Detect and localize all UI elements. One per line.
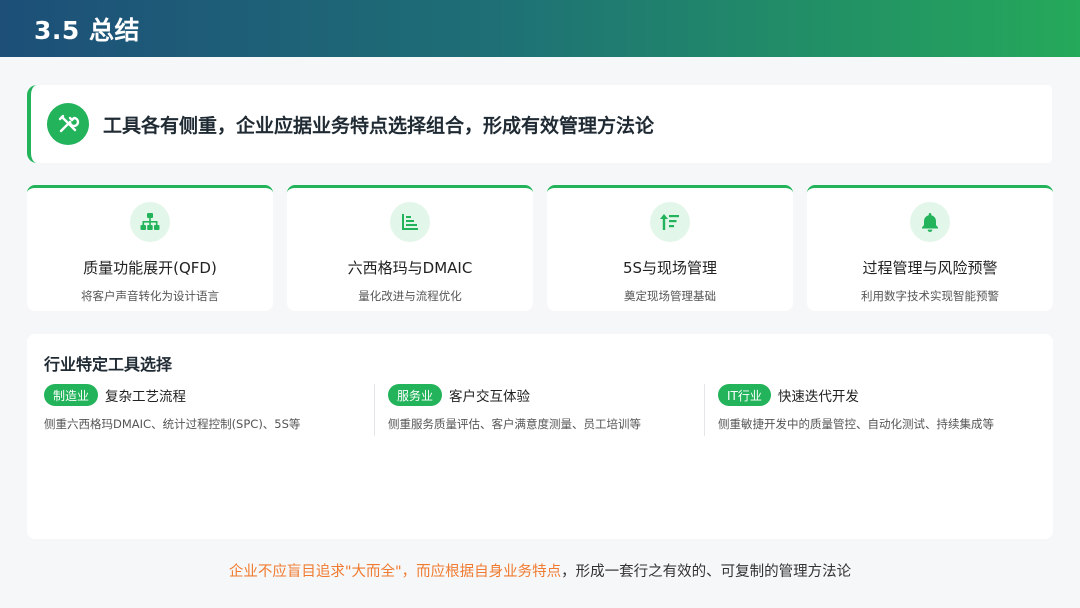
card-title: 六西格玛与DMAIC xyxy=(347,259,473,277)
tools-icon xyxy=(47,103,89,145)
sort-arrows-icon xyxy=(650,202,690,242)
industry-desc: 侧重六西格玛DMAIC、统计过程控制(SPC)、5S等 xyxy=(44,417,301,431)
industry-tag: 服务业 xyxy=(388,384,443,406)
footer-text: ，形成一套行之有效的、可复制的管理方法论 xyxy=(561,564,852,580)
page-title: 3.5 总结 xyxy=(34,15,140,45)
card-six-sigma: 六西格玛与DMAIC 量化改进与流程优化 xyxy=(287,185,533,311)
tool-cards: 质量功能展开(QFD) 将客户声音转化为设计语言 六西格玛与DMAIC 量化改进… xyxy=(27,185,1053,311)
industry-tag: 制造业 xyxy=(44,384,99,406)
industry-tag: IT行业 xyxy=(718,384,771,406)
conclusion-footer: 企业不应盲目追求"大而全"，而应根据自身业务特点，形成一套行之有效的、可复制的管… xyxy=(0,560,1080,581)
header-bar: 3.5 总结 xyxy=(0,0,1080,57)
industry-title: 行业特定工具选择 xyxy=(44,355,173,374)
card-subtitle: 将客户声音转化为设计语言 xyxy=(81,289,219,303)
card-risk-warning: 过程管理与风险预警 利用数字技术实现智能预警 xyxy=(807,185,1053,311)
industry-desc: 侧重服务质量评估、客户满意度测量、员工培训等 xyxy=(388,417,641,431)
card-5s: 5S与现场管理 奠定现场管理基础 xyxy=(547,185,793,311)
bell-icon xyxy=(910,202,950,242)
industry-manufacturing: 制造业 复杂工艺流程 侧重六西格玛DMAIC、统计过程控制(SPC)、5S等 xyxy=(44,384,300,444)
divider xyxy=(704,384,705,436)
industry-focus: 快速迭代开发 xyxy=(777,389,859,405)
banner-text: 工具各有侧重，企业应据业务特点选择组合，形成有效管理方法论 xyxy=(103,114,655,137)
card-title: 质量功能展开(QFD) xyxy=(83,259,217,277)
footer-highlight: 企业不应盲目追求"大而全"，而应根据自身业务特点 xyxy=(228,564,562,580)
card-title: 5S与现场管理 xyxy=(622,259,718,277)
industry-focus: 复杂工艺流程 xyxy=(105,389,187,405)
industry-focus: 客户交互体验 xyxy=(449,389,531,405)
card-title: 过程管理与风险预警 xyxy=(862,259,998,277)
divider xyxy=(374,384,375,436)
industry-it: IT行业 快速迭代开发 侧重敏捷开发中的质量管控、自动化测试、持续集成等 xyxy=(718,384,994,444)
summary-banner: 工具各有侧重，企业应据业务特点选择组合，形成有效管理方法论 xyxy=(27,85,1052,163)
industry-panel: 行业特定工具选择 制造业 复杂工艺流程 侧重六西格玛DMAIC、统计过程控制(S… xyxy=(27,334,1053,539)
card-subtitle: 利用数字技术实现智能预警 xyxy=(861,289,999,303)
hierarchy-icon xyxy=(130,202,170,242)
sort-list-icon xyxy=(390,202,430,242)
card-qfd: 质量功能展开(QFD) 将客户声音转化为设计语言 xyxy=(27,185,273,311)
card-subtitle: 量化改进与流程优化 xyxy=(358,289,462,303)
card-subtitle: 奠定现场管理基础 xyxy=(624,289,716,303)
industry-desc: 侧重敏捷开发中的质量管控、自动化测试、持续集成等 xyxy=(718,417,994,431)
industry-service: 服务业 客户交互体验 侧重服务质量评估、客户满意度测量、员工培训等 xyxy=(388,384,641,444)
